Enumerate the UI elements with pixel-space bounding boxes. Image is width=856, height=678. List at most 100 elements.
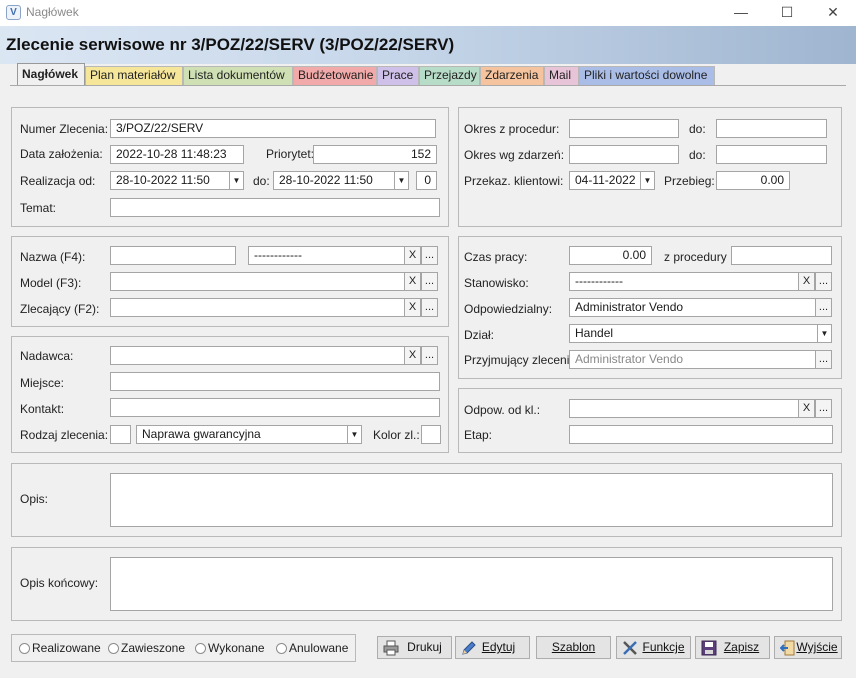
subject-label: Temat: [20,201,57,215]
receiver-field[interactable]: Administrator Vendo [569,350,816,369]
edit-button[interactable]: Edytuj [455,636,530,659]
events-to-label: do: [689,148,706,162]
exit-button[interactable]: Wyjście [774,636,842,659]
client-clear-button[interactable]: X [404,298,421,317]
description-textarea[interactable] [110,473,833,527]
model-label: Model (F3): [20,276,82,290]
chevron-down-icon[interactable]: ▼ [229,171,244,190]
chevron-down-icon[interactable]: ▼ [394,171,409,190]
stage-field[interactable] [569,425,833,444]
realization-to-field[interactable]: 28-10-2022 11:50 [273,171,395,190]
work-time-label: Czas pracy: [464,250,528,264]
template-button[interactable]: Szablon [536,636,611,659]
tab-budzetowanie[interactable]: Budżetowanie [293,66,377,85]
tab-lista-dokumentow[interactable]: Lista dokumentów [183,66,293,85]
description-label: Opis: [20,492,49,506]
name-browse-button[interactable]: ... [421,246,438,265]
status-radio-realizowane[interactable] [19,643,30,654]
final-description-label: Opis końcowy: [20,576,99,590]
station-field[interactable]: ------------ [569,272,799,291]
model-browse-button[interactable]: ... [421,272,438,291]
contact-field[interactable] [110,398,440,417]
order-type-select[interactable]: Naprawa gwarancyjna [136,425,348,444]
work-time-field[interactable]: 0.00 [569,246,652,265]
floppy-disk-icon [701,640,717,656]
mileage-field[interactable]: 0.00 [716,171,790,190]
client-field[interactable] [110,298,405,317]
tab-plan-materialow[interactable]: Plan materiałów [85,66,183,85]
status-radio-zawieszone[interactable] [108,643,119,654]
place-label: Miejsce: [20,376,65,390]
order-type-label: Rodzaj zlecenia: [20,428,109,442]
print-button[interactable]: Drukuj [377,636,452,659]
station-clear-button[interactable]: X [798,272,815,291]
realization-from-field[interactable]: 28-10-2022 11:50 [110,171,230,190]
name-clear-button[interactable]: X [404,246,421,265]
from-procedure-field[interactable] [731,246,832,265]
chevron-down-icon[interactable]: ▼ [817,324,832,343]
name-field[interactable] [110,246,236,265]
sender-field[interactable] [110,346,405,365]
procedure-from-field[interactable] [569,119,679,138]
client-resp-label: Odpow. od kl.: [464,403,541,417]
days-field[interactable]: 0 [416,171,437,190]
model-clear-button[interactable]: X [404,272,421,291]
responsible-field[interactable]: Administrator Vendo [569,298,816,317]
tab-divider [10,85,846,86]
functions-button[interactable]: Funkcje [616,636,691,659]
maximize-button[interactable]: ☐ [764,0,810,26]
final-description-textarea[interactable] [110,557,833,611]
page-title: Zlecenie serwisowe nr 3/POZ/22/SERV (3/P… [6,35,455,54]
order-color-field[interactable] [421,425,441,444]
name-label: Nazwa (F4): [20,250,86,264]
created-field[interactable]: 2022-10-28 11:48:23 [110,145,244,164]
sender-clear-button[interactable]: X [404,346,421,365]
events-from-field[interactable] [569,145,679,164]
receiver-browse-button[interactable]: ... [815,350,832,369]
procedure-to-field[interactable] [716,119,827,138]
station-browse-button[interactable]: ... [815,272,832,291]
client-browse-button[interactable]: ... [421,298,438,317]
status-label-realizowane: Realizowane [32,641,101,655]
name-code-field[interactable]: ------------ [248,246,405,265]
template-label: Szablon [551,640,596,654]
status-label-anulowane: Anulowane [289,641,349,655]
realization-from-label: Realizacja od: [20,174,96,188]
place-field[interactable] [110,372,440,391]
chevron-down-icon[interactable]: ▼ [640,171,655,190]
exit-door-icon [779,640,796,656]
receiver-label: Przyjmujący zlecenie: [464,353,580,367]
realization-to-label: do: [253,174,270,188]
events-to-field[interactable] [716,145,827,164]
tab-naglowek[interactable]: Nagłówek [17,63,85,86]
department-select[interactable]: Handel [569,324,818,343]
tab-przejazdy[interactable]: Przejazdy [419,66,480,85]
window-title: Nagłówek [26,5,79,19]
chevron-down-icon[interactable]: ▼ [347,425,362,444]
status-radio-wykonane[interactable] [195,643,206,654]
station-label: Stanowisko: [464,276,529,290]
minimize-button[interactable]: — [718,0,764,26]
tab-prace[interactable]: Prace [377,66,419,85]
tab-mail[interactable]: Mail [544,66,579,85]
client-resp-field[interactable] [569,399,799,418]
client-resp-browse-button[interactable]: ... [815,399,832,418]
save-button[interactable]: Zapisz [695,636,770,659]
order-number-field[interactable]: 3/POZ/22/SERV [110,119,436,138]
order-type-code-field[interactable] [110,425,131,444]
sender-browse-button[interactable]: ... [421,346,438,365]
procedure-period-label: Okres z procedur: [464,122,560,136]
responsible-browse-button[interactable]: ... [815,298,832,317]
priority-field[interactable]: 152 [313,145,437,164]
handover-field[interactable]: 04-11-2022 [569,171,641,190]
status-radio-anulowane[interactable] [276,643,287,654]
client-resp-clear-button[interactable]: X [798,399,815,418]
status-label-wykonane: Wykonane [208,641,265,655]
tools-icon [622,640,638,656]
tab-zdarzenia[interactable]: Zdarzenia [480,66,544,85]
mileage-label: Przebieg: [664,174,715,188]
subject-field[interactable] [110,198,440,217]
close-button[interactable]: ✕ [810,0,856,26]
tab-pliki[interactable]: Pliki i wartości dowolne [579,66,715,85]
model-field[interactable] [110,272,405,291]
